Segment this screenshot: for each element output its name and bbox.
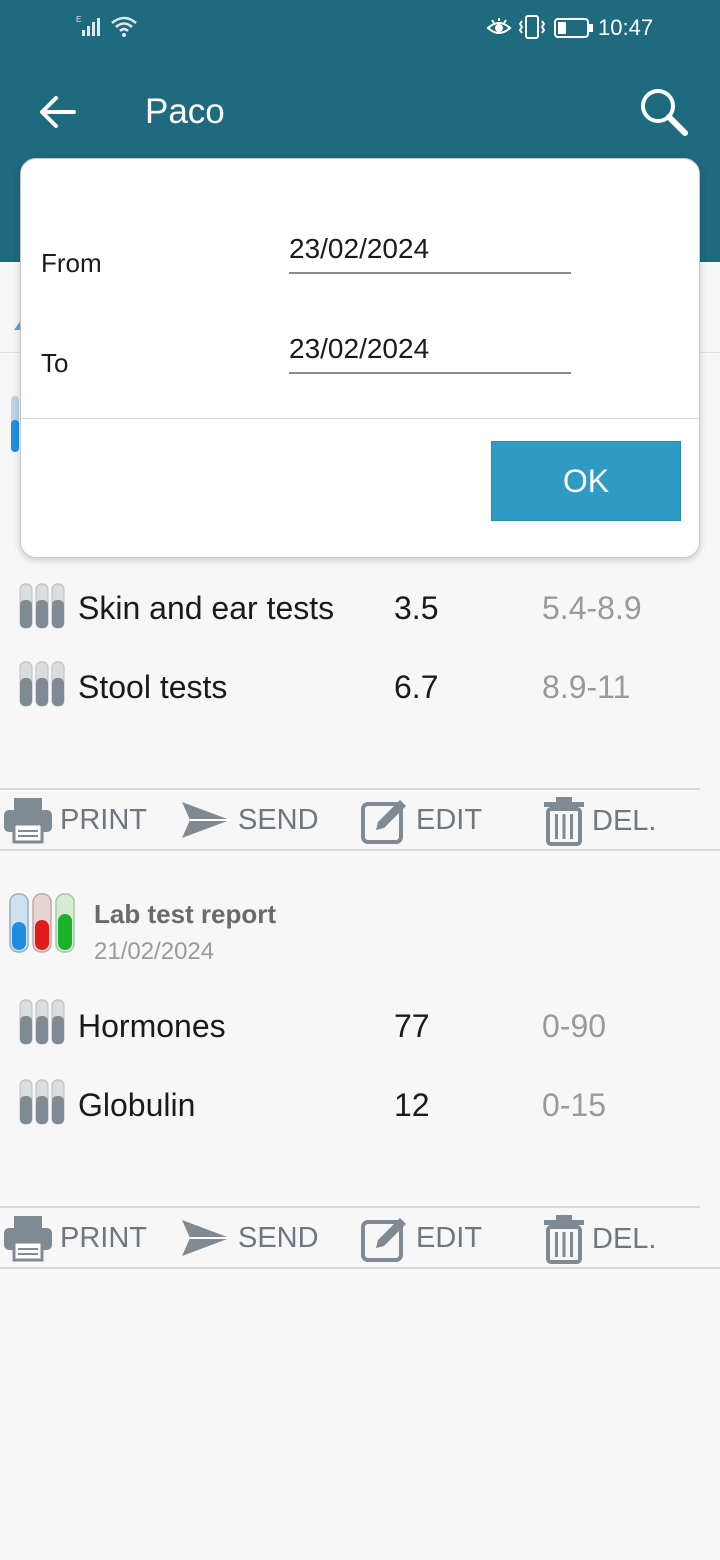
edit-icon bbox=[361, 800, 406, 844]
test-tubes-color-icon bbox=[9, 893, 75, 953]
trash-icon bbox=[544, 1215, 584, 1264]
card-divider bbox=[0, 849, 720, 851]
test-value: 6.7 bbox=[394, 669, 439, 705]
dialog-divider bbox=[21, 418, 699, 419]
edit-button[interactable]: EDIT bbox=[360, 1214, 482, 1262]
test-value: 3.5 bbox=[394, 590, 439, 626]
printer-icon bbox=[4, 1216, 52, 1262]
test-tubes-gray-icon bbox=[19, 999, 65, 1045]
svg-text:E: E bbox=[76, 15, 81, 24]
test-tube-icon bbox=[11, 396, 19, 452]
edit-label: EDIT bbox=[416, 803, 483, 836]
page-title: Paco bbox=[145, 92, 225, 131]
wifi-icon bbox=[111, 16, 137, 37]
battery-icon bbox=[554, 18, 593, 38]
delete-label: DEL. bbox=[592, 804, 657, 837]
search-icon[interactable] bbox=[638, 86, 690, 138]
action-divider bbox=[0, 1206, 700, 1208]
delete-button[interactable]: DEL. bbox=[542, 1214, 656, 1264]
send-icon bbox=[182, 802, 230, 838]
delete-label: DEL. bbox=[592, 1222, 657, 1255]
test-range: 0-15 bbox=[542, 1087, 607, 1123]
to-label: To bbox=[41, 348, 69, 378]
test-tubes-gray-icon bbox=[19, 583, 65, 629]
print-button[interactable]: PRINT bbox=[2, 796, 147, 844]
test-name: Skin and ear tests bbox=[78, 590, 335, 626]
print-button[interactable]: PRINT bbox=[2, 1214, 147, 1262]
date-range-dialog: From To OK bbox=[20, 158, 700, 558]
test-range: 5.4-8.9 bbox=[542, 590, 642, 626]
action-divider bbox=[0, 788, 700, 790]
vibrate-icon bbox=[518, 15, 546, 39]
print-label: PRINT bbox=[60, 803, 147, 836]
send-label: SEND bbox=[238, 1221, 319, 1254]
test-tubes-gray-icon bbox=[19, 661, 65, 707]
test-name: Stool tests bbox=[78, 669, 228, 705]
print-label: PRINT bbox=[60, 1221, 147, 1254]
edit-icon bbox=[361, 1218, 406, 1262]
back-arrow-icon[interactable] bbox=[36, 90, 80, 134]
status-bar: E 10:47 bbox=[0, 0, 720, 56]
edit-label: EDIT bbox=[416, 1221, 483, 1254]
report-title: Lab test report bbox=[94, 899, 277, 929]
to-date-field[interactable] bbox=[289, 326, 571, 374]
test-tubes-gray-icon bbox=[19, 1079, 65, 1125]
cell-signal-icon: E bbox=[76, 15, 100, 36]
trash-icon bbox=[544, 797, 584, 846]
eye-comfort-icon bbox=[486, 18, 512, 34]
send-icon bbox=[182, 1220, 230, 1256]
from-date-field[interactable] bbox=[289, 226, 571, 274]
send-button[interactable]: SEND bbox=[180, 1214, 319, 1262]
send-button[interactable]: SEND bbox=[180, 796, 319, 844]
test-range: 0-90 bbox=[542, 1008, 607, 1044]
test-range: 8.9-11 bbox=[542, 669, 631, 705]
printer-icon bbox=[4, 798, 52, 844]
report-date: 21/02/2024 bbox=[94, 938, 215, 965]
test-name: Globulin bbox=[78, 1087, 196, 1123]
from-label: From bbox=[41, 248, 102, 278]
test-name: Hormones bbox=[78, 1008, 226, 1044]
ok-button[interactable]: OK bbox=[491, 441, 681, 521]
test-value: 77 bbox=[394, 1008, 430, 1044]
status-time: 10:47 bbox=[598, 15, 654, 40]
edit-button[interactable]: EDIT bbox=[360, 796, 482, 844]
delete-button[interactable]: DEL. bbox=[542, 796, 656, 846]
send-label: SEND bbox=[238, 803, 319, 836]
card-divider bbox=[0, 1267, 720, 1269]
test-value: 12 bbox=[394, 1087, 430, 1123]
